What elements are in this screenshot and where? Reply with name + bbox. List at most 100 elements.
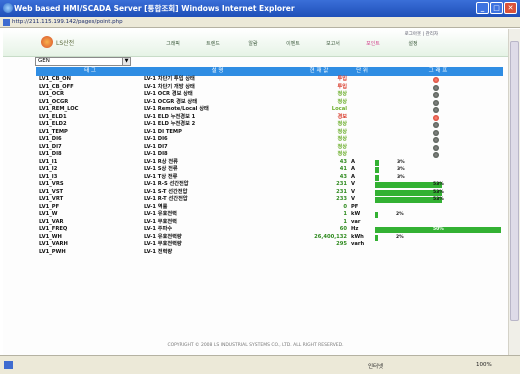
cell-value: 투입 xyxy=(337,76,347,82)
cell-tag: LV1_OCR xyxy=(39,91,65,97)
status-indicator-icon xyxy=(433,122,439,128)
vertical-scrollbar[interactable] xyxy=(508,29,520,355)
app-header: LS산전 로그아웃 | 관리자 그래픽 트렌드 알람 이벤트 보고서 포인트 설정 xyxy=(3,29,508,57)
table-row[interactable]: LV1_TEMP LV-1 DI TEMP 정상 xyxy=(36,129,503,137)
cell-desc: LV-1 유효전력 xyxy=(144,211,177,217)
cell-tag: LV1_PF xyxy=(39,203,60,210)
address-bar[interactable]: http://211.115.199.142/pages/point.php xyxy=(0,17,520,28)
table-row[interactable]: LV1_CB_ON LV-1 차단기 투입 상태 투입 xyxy=(36,76,503,84)
top-links[interactable]: 로그아웃 | 관리자 xyxy=(405,31,438,37)
minimize-icon[interactable]: _ xyxy=(476,2,489,14)
table-row[interactable]: LV1_CB_OFF LV-1 차단기 개방 상태 투입 xyxy=(36,84,503,92)
value-percent: 50% xyxy=(433,227,444,232)
page-icon xyxy=(3,19,10,26)
cell-graph xyxy=(373,151,503,159)
cell-tag: LV1_VARH xyxy=(39,241,68,247)
table-row[interactable]: LV1_OCGR LV-1 OCGR 경보 상태 정상 xyxy=(36,99,503,107)
cell-unit xyxy=(349,121,373,129)
logo-text: LS산전 xyxy=(56,39,75,47)
cell-desc: LV-1 ELD 누전경보 2 xyxy=(144,121,196,127)
table-row[interactable]: LV1_VRS LV-1 R-S 선간전압 231 V 53% xyxy=(36,181,503,189)
cell-tag: LV1_DI7 xyxy=(39,143,62,150)
cell-value: 43 xyxy=(339,173,347,180)
cell-desc: LV-1 OCGR 경보 상태 xyxy=(144,98,197,105)
cell-graph xyxy=(373,99,503,107)
nav-item[interactable]: 설정 xyxy=(393,40,433,47)
cell-tag: LV1_CB_OFF xyxy=(39,83,74,90)
table-row[interactable]: LV1_VAR LV-1 무효전력 1 var xyxy=(36,219,503,227)
cell-unit: Hz xyxy=(351,226,359,232)
table-row[interactable]: LV1_PF LV-1 역률 0 PF xyxy=(36,204,503,212)
cell-value xyxy=(291,249,349,257)
cell-tag: LV1_I3 xyxy=(39,173,58,180)
cell-tag: LV1_VST xyxy=(39,188,64,195)
cell-graph: 3% xyxy=(373,159,503,167)
table-row[interactable]: LV1_W LV-1 유효전력 1 kW 2% xyxy=(36,211,503,219)
table-row[interactable]: LV1_REM_LOC LV-1 Remote/Local 상태 Local xyxy=(36,106,503,114)
cell-tag: LV1_I1 xyxy=(39,158,58,165)
value-percent: 2% xyxy=(396,212,404,217)
col-desc: 설 명 xyxy=(211,68,224,74)
ie-icon xyxy=(3,3,13,13)
cell-unit: PF xyxy=(351,203,359,210)
value-percent: 3% xyxy=(397,167,405,172)
cell-desc: LV-1 차단기 투입 상태 xyxy=(144,76,195,82)
nav-item[interactable]: 이벤트 xyxy=(273,40,313,47)
table-row[interactable]: LV1_WH LV-1 유효전력량 26,400,132 kWh 2% xyxy=(36,234,503,242)
table-body: LV1_CB_ON LV-1 차단기 투입 상태 투입 LV1_CB_OFF LV-1 … xyxy=(36,76,503,256)
cell-value: 26,400,132 xyxy=(314,233,347,240)
nav-item[interactable]: 트렌드 xyxy=(193,40,233,47)
cell-value: 경보 xyxy=(337,113,347,120)
value-percent: 3% xyxy=(397,159,405,165)
cell-desc: LV-1 OCR 경보 상태 xyxy=(144,91,193,97)
chevron-down-icon[interactable]: ▼ xyxy=(122,58,130,65)
close-icon[interactable]: ✕ xyxy=(504,2,517,14)
url-text[interactable]: http://211.115.199.142/pages/point.php xyxy=(12,19,123,25)
table-row[interactable]: LV1_FREQ LV-1 주파수 60 Hz 50% xyxy=(36,226,503,234)
maximize-icon[interactable]: □ xyxy=(490,2,503,14)
zoom-level[interactable]: 100% xyxy=(476,362,492,368)
group-select[interactable]: GEN ▼ xyxy=(35,57,131,66)
cell-tag: LV1_OCGR xyxy=(39,98,69,105)
cell-graph xyxy=(373,144,503,152)
nav-item[interactable]: 알람 xyxy=(233,40,273,47)
cell-value: 정상 xyxy=(337,128,347,135)
cell-graph: 53% xyxy=(373,196,503,204)
col-graph: 그 래 프 xyxy=(428,68,448,74)
nav-item[interactable]: 포인트 xyxy=(353,40,393,47)
cell-graph: 50% xyxy=(373,226,503,234)
title-bar: Web based HMI/SCADA Server [통합조회] Window… xyxy=(0,0,520,17)
table-row[interactable]: LV1_DI6 LV-1 DI6 정상 xyxy=(36,136,503,144)
table-row[interactable]: LV1_ELD2 LV-1 ELD 누전경보 2 정상 xyxy=(36,121,503,129)
cell-unit xyxy=(349,249,373,257)
cell-unit: kWh xyxy=(351,233,364,240)
point-table: 태 그 설 명 현 재 값 단 위 그 래 프 LV1_CB_ON LV-1 차단… xyxy=(36,67,503,256)
table-row[interactable]: LV1_I2 LV-1 S상 전류 41 A 3% xyxy=(36,166,503,174)
nav-item[interactable]: 그래픽 xyxy=(153,40,193,47)
table-row[interactable]: LV1_PWH LV-1 전력량 xyxy=(36,249,503,257)
table-row[interactable]: LV1_VRT LV-1 R-T 선간전압 233 V 53% xyxy=(36,196,503,204)
table-row[interactable]: LV1_ELD1 LV-1 ELD 누전경보 1 경보 xyxy=(36,114,503,122)
cell-unit: var xyxy=(351,218,361,225)
status-indicator-icon xyxy=(433,152,439,158)
nav-item[interactable]: 보고서 xyxy=(313,40,353,47)
cell-desc: LV-1 R-S 선간전압 xyxy=(144,181,189,187)
scrollbar-thumb[interactable] xyxy=(510,41,519,321)
cell-value: 60 xyxy=(339,226,347,232)
cell-value: 투입 xyxy=(337,83,347,90)
cell-unit xyxy=(349,144,373,152)
cell-value: 정상 xyxy=(337,143,347,150)
table-row[interactable]: LV1_I3 LV-1 T상 전류 43 A 3% xyxy=(36,174,503,182)
table-row[interactable]: LV1_I1 LV-1 R상 전류 43 A 3% xyxy=(36,159,503,167)
table-row[interactable]: LV1_DI8 LV-1 DI8 정상 xyxy=(36,151,503,159)
table-row[interactable]: LV1_DI7 LV-1 DI7 정상 xyxy=(36,144,503,152)
status-indicator-icon xyxy=(433,99,439,106)
cell-desc: LV-1 무효전력 xyxy=(144,218,177,225)
cell-graph xyxy=(373,204,503,212)
table-row[interactable]: LV1_VARH LV-1 무효전력량 295 varh xyxy=(36,241,503,249)
table-row[interactable]: LV1_VST LV-1 S-T 선간전압 231 V 53% xyxy=(36,189,503,197)
cell-desc: LV-1 R-T 선간전압 xyxy=(144,196,188,202)
cell-desc: LV-1 DI6 xyxy=(144,136,168,142)
table-row[interactable]: LV1_OCR LV-1 OCR 경보 상태 정상 xyxy=(36,91,503,99)
status-bar: 인터넷 100% xyxy=(0,355,520,374)
